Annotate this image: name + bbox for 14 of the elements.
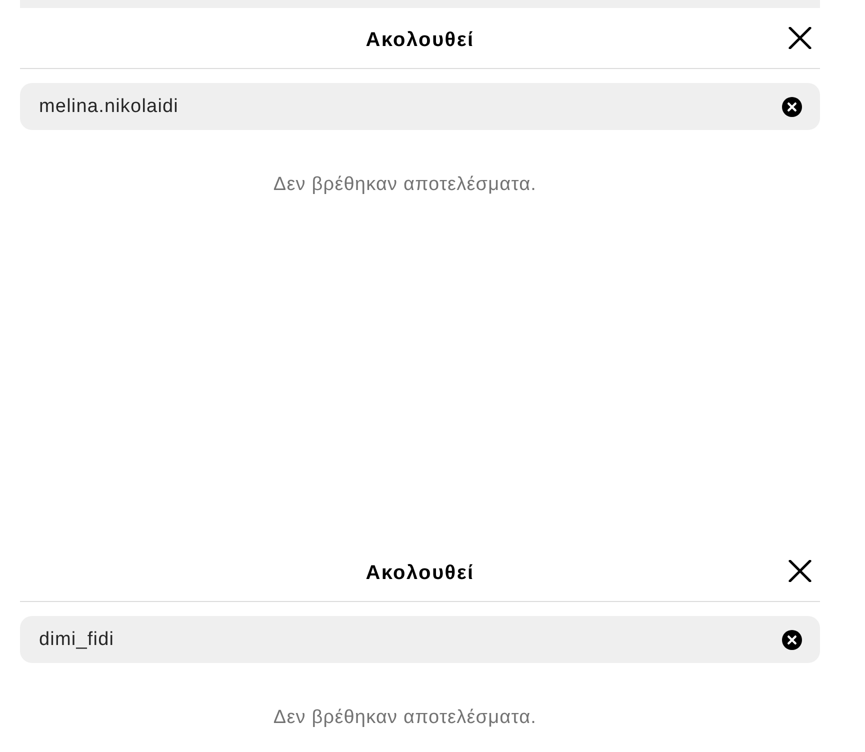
dialog-title: Ακολουθεί — [366, 28, 474, 52]
empty-results-message: Δεν βρέθηκαν αποτελέσματα. — [273, 173, 537, 197]
close-button[interactable] — [788, 560, 812, 582]
close-icon — [788, 27, 812, 49]
search-field[interactable]: melina.nikolaidi — [20, 83, 820, 130]
dialog-title: Ακολουθεί — [366, 560, 474, 584]
clear-button[interactable] — [782, 96, 802, 116]
search-field[interactable]: dimi_fidi — [20, 616, 820, 663]
close-icon — [788, 560, 812, 582]
clear-icon — [782, 96, 802, 116]
close-button[interactable] — [788, 27, 812, 49]
clear-button[interactable] — [782, 630, 802, 650]
clear-icon — [782, 630, 802, 650]
empty-results-message: Δεν βρέθηκαν αποτελέσματα. — [273, 706, 537, 730]
